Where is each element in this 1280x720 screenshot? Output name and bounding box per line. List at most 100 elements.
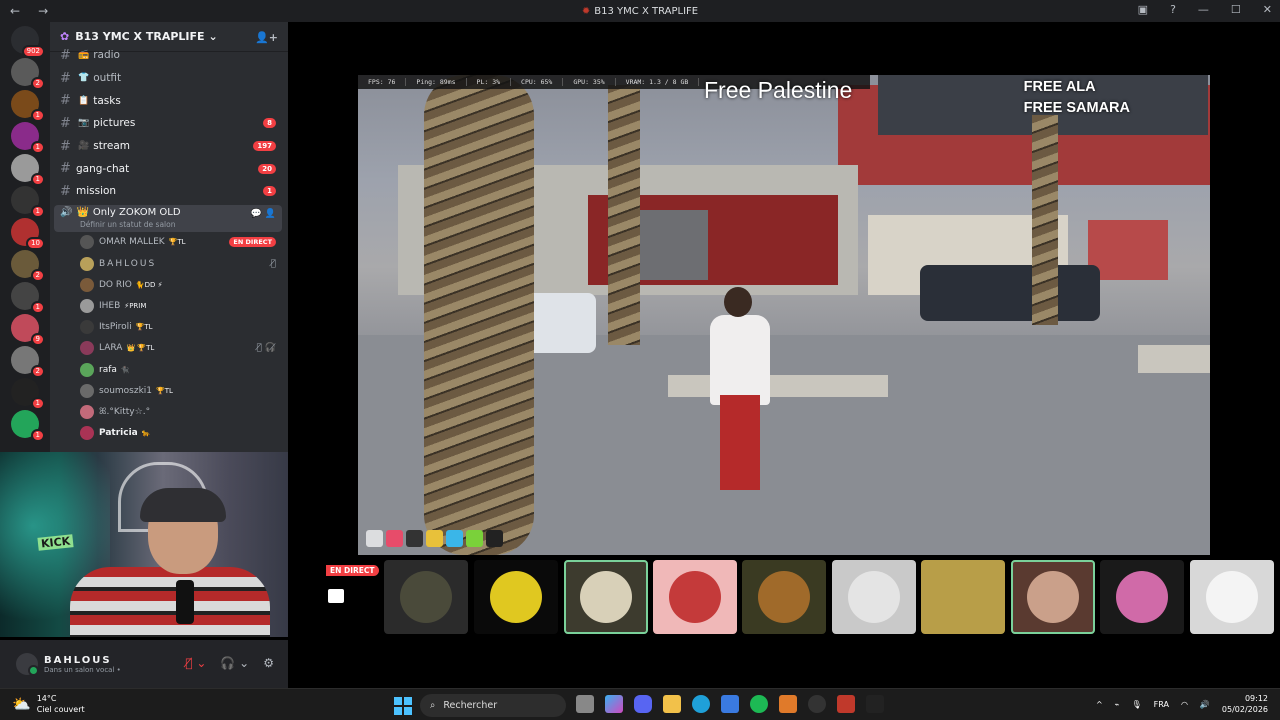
discord-icon[interactable] <box>634 695 652 713</box>
hash-icon: # <box>60 161 71 177</box>
forward-arrow-icon[interactable]: → <box>38 4 48 18</box>
channel-item[interactable]: # 📋 tasks <box>50 89 288 112</box>
weather-widget[interactable]: ⛅ 14°C Ciel couvert <box>12 693 85 715</box>
participant-tile[interactable] <box>921 560 1005 634</box>
back-arrow-icon[interactable]: ← <box>10 4 20 18</box>
participant-tile[interactable] <box>832 560 916 634</box>
chevron-up-icon[interactable]: ^ <box>1096 700 1103 709</box>
stream-video[interactable]: FPS: 76 Ping: 89ms PL: 3% CPU: 65% GPU: … <box>358 75 1210 555</box>
server-icon[interactable]: 1 <box>11 410 45 442</box>
voice-user[interactable]: rafa 🐈‍⬛ <box>50 359 288 380</box>
voice-user[interactable]: OMAR MALLEK 🏆TL EN DIRECT <box>50 232 288 253</box>
server-icon[interactable]: 1 <box>11 186 45 218</box>
screen-share-icon[interactable] <box>328 589 344 603</box>
language-indicator[interactable]: FRA <box>1154 700 1169 709</box>
channel-item[interactable]: # gang-chat 20 <box>50 157 288 180</box>
search-icon: ⌕ <box>430 700 436 711</box>
avatar <box>490 571 542 623</box>
inbox-icon[interactable]: ▣ <box>1138 3 1148 16</box>
store-icon[interactable] <box>721 695 739 713</box>
microphone-icon[interactable]: 🎙 <box>1131 700 1141 709</box>
windows-start-button[interactable] <box>394 697 412 715</box>
server-icon[interactable]: 1 <box>11 90 45 122</box>
server-icon[interactable]: 10 <box>11 218 45 250</box>
participant-tile[interactable] <box>474 560 558 634</box>
invite-icon[interactable]: 👤 <box>265 209 276 219</box>
hunger-icon <box>426 530 443 547</box>
thirst-icon <box>446 530 463 547</box>
voice-user[interactable]: DO RIO 🐈DD ⚡ <box>50 274 288 295</box>
voice-channel-active[interactable]: 🔊 👑 Only ZOKOM OLD Définir un statut de sa… <box>54 204 282 232</box>
edge-icon[interactable] <box>692 695 710 713</box>
overlay-free-messages: FREE ALA FREE SAMARA <box>1023 79 1130 116</box>
participant-tile-speaking[interactable] <box>1011 560 1095 634</box>
participant-strip: EN DIRECT <box>326 560 1280 636</box>
headphones-button[interactable]: 🎧 ⌄ <box>220 656 249 670</box>
file-explorer-icon[interactable] <box>663 695 681 713</box>
minimize-button[interactable]: — <box>1198 3 1209 16</box>
server-icon[interactable]: 9 <box>11 314 45 346</box>
app-icon[interactable] <box>779 695 797 713</box>
voice-user[interactable]: IHEB ⚡PRIM <box>50 295 288 316</box>
participant-tile[interactable] <box>1190 560 1274 634</box>
close-button[interactable]: ✕ <box>1263 3 1272 16</box>
voice-user[interactable]: ꕤ.°Kitty☆.° <box>50 401 288 422</box>
participant-tile[interactable] <box>1100 560 1184 634</box>
direct-messages-button[interactable]: 902 <box>11 26 45 58</box>
voice-user[interactable]: BAHLOUS 🎙̸ <box>50 253 288 274</box>
voice-user[interactable]: soumoszki1 🏆TL <box>50 380 288 401</box>
hash-icon: # <box>60 138 71 154</box>
pickup-truck <box>920 265 1100 321</box>
avatar <box>80 426 94 441</box>
help-icon[interactable]: ? <box>1170 3 1176 16</box>
task-view-icon[interactable] <box>576 695 594 713</box>
mention-badge: 8 <box>263 118 276 129</box>
spotify-icon[interactable] <box>750 695 768 713</box>
participant-tile[interactable] <box>653 560 737 634</box>
app-icon[interactable] <box>866 695 884 713</box>
wifi-icon[interactable]: ◠ <box>1181 700 1188 709</box>
server-icon[interactable]: 2 <box>11 346 45 378</box>
participant-tile-speaking[interactable] <box>564 560 648 634</box>
avatar[interactable] <box>16 653 39 676</box>
server-icon[interactable]: 1 <box>11 122 45 154</box>
mute-button[interactable]: 🎙̸ ⌄ <box>185 656 206 670</box>
voice-user[interactable]: ItsPiroli 🏆TL <box>50 317 288 338</box>
clock[interactable]: 09:12 05/02/2026 <box>1222 693 1268 715</box>
voice-user[interactable]: LARA 👑 🏆TL 🎙̸ 🎧̸ <box>50 338 288 359</box>
app-icon[interactable] <box>837 695 855 713</box>
network-icon[interactable]: ⌁ <box>1115 700 1120 709</box>
participant-tile[interactable] <box>384 560 468 634</box>
copilot-icon[interactable] <box>605 695 623 713</box>
live-badge: EN DIRECT <box>229 237 276 248</box>
channel-item[interactable]: # mission 1 <box>50 180 288 203</box>
set-channel-status[interactable]: Définir un statut de salon <box>60 220 282 229</box>
windows-taskbar: ⛅ 14°C Ciel couvert ⌕ Rechercher ^ ⌁ 🎙 FRA… <box>0 688 1280 720</box>
palm-trunk <box>424 75 534 555</box>
taskbar-search[interactable]: ⌕ Rechercher <box>420 694 566 717</box>
channel-item[interactable]: # 📷 pictures 8 <box>50 112 288 135</box>
participant-tile[interactable] <box>742 560 826 634</box>
stamina-icon <box>466 530 483 547</box>
invite-people-icon[interactable]: 👤+ <box>255 31 278 44</box>
player-head <box>724 287 752 317</box>
server-icon[interactable]: 1 <box>11 154 45 186</box>
server-icon[interactable]: 2 <box>11 58 45 90</box>
health-icon <box>386 530 403 547</box>
server-icon[interactable]: 1 <box>11 282 45 314</box>
server-icon[interactable]: 1 <box>11 378 45 410</box>
volume-icon[interactable]: 🔊 <box>1200 700 1210 709</box>
chat-bubble-icon[interactable]: 💬 <box>251 209 262 219</box>
channel-item[interactable]: # 📻 radio <box>50 44 288 67</box>
settings-gear-icon[interactable]: ⚙ <box>263 656 274 670</box>
server-icon[interactable]: 2 <box>11 250 45 282</box>
channel-item[interactable]: # 🎥 stream 197 <box>50 135 288 158</box>
avatar <box>80 235 94 250</box>
avatar <box>937 571 989 623</box>
avatar <box>669 571 721 623</box>
server-logo-icon: ✹ <box>581 5 591 17</box>
obs-icon[interactable] <box>808 695 826 713</box>
channel-item[interactable]: # 👕 outfit <box>50 67 288 90</box>
maximize-button[interactable]: ☐ <box>1231 3 1241 16</box>
voice-user[interactable]: Patricia 🐆 <box>50 423 288 444</box>
